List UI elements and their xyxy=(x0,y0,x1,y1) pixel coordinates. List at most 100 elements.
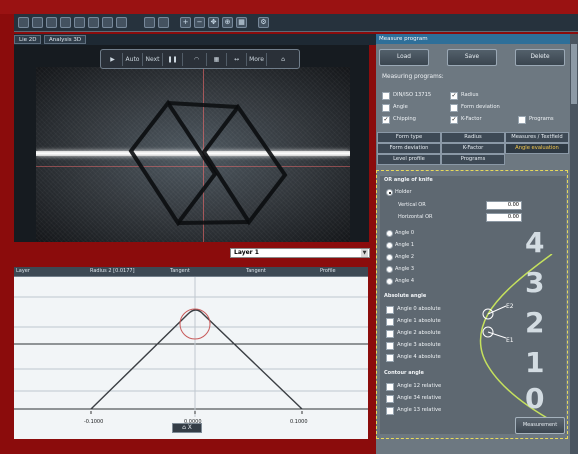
toolbar-button-7[interactable] xyxy=(102,17,113,28)
arc-button[interactable]: ◠ xyxy=(187,53,207,66)
checkbox-k-factor-box[interactable]: ✓ xyxy=(450,116,458,124)
camera-view: ▶ Auto Next ❚❚ ◠ ▦ ↔ More ⌂ xyxy=(14,45,369,242)
angle-4-label: Angle 4 xyxy=(395,278,414,284)
checkbox-angle[interactable]: Angle xyxy=(382,104,452,114)
angle-13-relative-label: Angle 13 relative xyxy=(397,407,442,413)
tab-level-profile[interactable]: Level profile xyxy=(377,154,441,165)
toolbar-button-10[interactable] xyxy=(158,17,169,28)
toolbar-button-5[interactable] xyxy=(74,17,85,28)
tab-programs[interactable]: Programs xyxy=(441,154,505,165)
diagram-number-2: 2 xyxy=(525,306,545,339)
checkbox-programs[interactable]: Programs xyxy=(518,116,568,126)
angle-13-relative-checkbox[interactable]: Angle 13 relative xyxy=(386,407,458,417)
angle-2-absolute-checkbox[interactable]: Angle 2 absolute xyxy=(386,330,458,340)
save-button[interactable]: Save xyxy=(447,49,497,66)
checkbox-chipping[interactable]: ✓ Chipping xyxy=(382,116,452,126)
load-button[interactable]: Load xyxy=(379,49,429,66)
right-scrollbar-thumb[interactable] xyxy=(571,44,577,104)
toolbar-button-9[interactable] xyxy=(144,17,155,28)
plot-mini-toolbar[interactable]: ⌂ X xyxy=(172,423,202,433)
angle-3-absolute-checkbox[interactable]: Angle 3 absolute xyxy=(386,342,458,352)
next-button[interactable]: Next xyxy=(143,53,163,66)
angle-12-relative-checkbox[interactable]: Angle 12 relative xyxy=(386,383,458,393)
play-button[interactable]: ▶ xyxy=(103,53,123,66)
angle-1-radio[interactable] xyxy=(386,242,393,249)
fit-button[interactable]: ↔ xyxy=(227,53,247,66)
horizontal-or-input[interactable]: 0.00 xyxy=(486,213,522,222)
angle-1-label: Angle 1 xyxy=(395,242,414,248)
profile-label-tangent-2: Tangent xyxy=(246,268,266,274)
checkbox-chipping-box[interactable]: ✓ xyxy=(382,116,390,124)
checkbox-form-deviation[interactable]: Form deviation xyxy=(450,104,520,114)
right-scrollbar[interactable] xyxy=(570,34,578,454)
tab-form-deviation[interactable]: Form deviation xyxy=(377,143,441,154)
angle-4-absolute-checkbox[interactable]: Angle 4 absolute xyxy=(386,354,458,364)
vertical-or-input[interactable]: 0.00 xyxy=(486,201,522,210)
delete-button[interactable]: Delete xyxy=(515,49,565,66)
toolbar-button-4[interactable] xyxy=(60,17,71,28)
tab-lie-2d[interactable]: Lie 2D xyxy=(14,35,42,44)
pause-button[interactable]: ❚❚ xyxy=(163,53,183,66)
auto-button[interactable]: Auto xyxy=(123,53,143,66)
checkbox-radius-label: Radius xyxy=(461,92,479,98)
absolute-angle-title: Absolute angle xyxy=(384,293,427,299)
measurement-button[interactable]: Measurement xyxy=(515,417,565,434)
checkbox-din-iso[interactable]: DIN/ISO 13715 xyxy=(382,92,452,102)
angle-34-relative-box[interactable] xyxy=(386,395,394,403)
checkbox-angle-label: Angle xyxy=(393,104,408,110)
tab-measures-textfield[interactable]: Measures / Textfield xyxy=(505,132,569,143)
tab-radius[interactable]: Radius xyxy=(441,132,505,143)
toolbar-button-8[interactable] xyxy=(116,17,127,28)
settings-icon[interactable]: ⚙ xyxy=(258,17,269,28)
angle-0-absolute-label: Angle 0 absolute xyxy=(397,306,441,312)
tab-k-factor[interactable]: K-Factor xyxy=(441,143,505,154)
home-button[interactable]: ⌂ xyxy=(273,53,293,66)
profile-label-profile: Profile xyxy=(320,268,336,274)
checkbox-radius-box[interactable]: ✓ xyxy=(450,92,458,100)
grid-button[interactable]: ▦ xyxy=(207,53,227,66)
tab-analysis-3d[interactable]: Analysis 3D xyxy=(44,35,87,44)
angle-0-radio[interactable] xyxy=(386,230,393,237)
angle-3-absolute-label: Angle 3 absolute xyxy=(397,342,441,348)
angle-3-label: Angle 3 xyxy=(395,266,414,272)
move-icon[interactable]: ✥ xyxy=(208,17,219,28)
measuring-programs-label: Measuring programs: xyxy=(382,74,444,80)
checkbox-k-factor[interactable]: ✓ K-Factor xyxy=(450,116,520,126)
angle-2-absolute-box[interactable] xyxy=(386,330,394,338)
angle-2-absolute-label: Angle 2 absolute xyxy=(397,330,441,336)
angle-0-absolute-box[interactable] xyxy=(386,306,394,314)
panel-title: Measure program xyxy=(376,34,570,44)
tab-angle-evaluation[interactable]: Angle evaluation xyxy=(505,143,569,154)
checkbox-programs-box[interactable] xyxy=(518,116,526,124)
angle-1-absolute-checkbox[interactable]: Angle 1 absolute xyxy=(386,318,458,328)
angle-34-relative-checkbox[interactable]: Angle 34 relative xyxy=(386,395,458,405)
angle-0-absolute-checkbox[interactable]: Angle 0 absolute xyxy=(386,306,458,316)
toolbar-button-2[interactable] xyxy=(32,17,43,28)
tab-form-type[interactable]: Form type xyxy=(377,132,441,143)
diagram-number-1: 1 xyxy=(525,346,545,379)
checkbox-din-iso-box[interactable] xyxy=(382,92,390,100)
grid-icon[interactable]: ▦ xyxy=(236,17,247,28)
layer-select[interactable]: Layer 1 ▼ xyxy=(230,248,370,258)
checkbox-form-deviation-box[interactable] xyxy=(450,104,458,112)
holder-radio[interactable] xyxy=(386,189,393,196)
angle-4-absolute-box[interactable] xyxy=(386,354,394,362)
target-icon[interactable]: ⊕ xyxy=(222,17,233,28)
zoom-in-icon[interactable]: + xyxy=(180,17,191,28)
toolbar-button-6[interactable] xyxy=(88,17,99,28)
checkbox-radius[interactable]: ✓ Radius xyxy=(450,92,520,102)
angle-3-absolute-box[interactable] xyxy=(386,342,394,350)
angle-3-radio[interactable] xyxy=(386,266,393,273)
angle-12-relative-box[interactable] xyxy=(386,383,394,391)
zoom-out-icon[interactable]: − xyxy=(194,17,205,28)
toolbar-button-1[interactable] xyxy=(18,17,29,28)
angle-13-relative-box[interactable] xyxy=(386,407,394,415)
angle-2-radio[interactable] xyxy=(386,254,393,261)
more-button[interactable]: More xyxy=(247,53,267,66)
checkbox-angle-box[interactable] xyxy=(382,104,390,112)
angle-4-radio[interactable] xyxy=(386,278,393,285)
image-toolbar: ▶ Auto Next ❚❚ ◠ ▦ ↔ More ⌂ xyxy=(100,49,300,69)
angle-1-absolute-box[interactable] xyxy=(386,318,394,326)
checkbox-din-iso-label: DIN/ISO 13715 xyxy=(393,92,432,98)
toolbar-button-3[interactable] xyxy=(46,17,57,28)
